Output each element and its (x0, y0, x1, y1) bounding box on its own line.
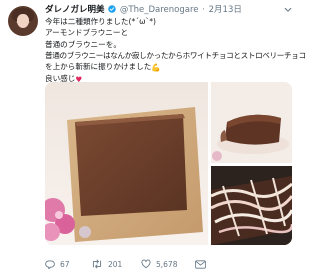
photo-loaf-cake-art (211, 82, 292, 163)
tweet-text-line: 普通のブラウニーはなんか寂しかったからホワイトチョコとストロベリーチョコ (45, 50, 306, 60)
like-count: 5,678 (156, 259, 178, 269)
tweet-text-line: アーモンドブラウニーと (45, 28, 129, 38)
like-button[interactable]: 5,678 (141, 257, 177, 271)
photo-drizzled-brownie-art (211, 166, 292, 245)
tweet-text-line: を上から斬新に振りかけました💪 (45, 61, 291, 73)
retweet-count: 201 (108, 259, 123, 269)
reply-button[interactable]: 67 (45, 257, 70, 271)
envelope-icon (195, 259, 206, 269)
reply-icon (45, 260, 55, 269)
media-grid (45, 82, 292, 245)
tweet-actions: 67 201 5,678 (45, 257, 295, 271)
separator-dot: · (202, 5, 205, 15)
avatar-face (17, 14, 29, 28)
chevron-down-icon[interactable] (284, 6, 292, 14)
retweet-button[interactable]: 201 (91, 257, 122, 271)
author-handle[interactable]: @The_Darenogare (120, 5, 199, 15)
reply-count: 67 (60, 259, 70, 269)
photo-brownie-art (45, 82, 208, 245)
direct-message-button[interactable] (195, 257, 211, 271)
photo-loaf-cake[interactable] (211, 82, 292, 163)
author-name[interactable]: ダレノガレ明美 (45, 5, 105, 15)
tweet-date[interactable]: 2月13日 (209, 5, 242, 15)
tweet-text-line-content: を上から斬新に振りかけました (45, 62, 152, 72)
tweet[interactable]: ダレノガレ明美 @The_Darenogare · 2月13日 今年は二種類作り… (0, 0, 306, 276)
verified-badge-icon (108, 5, 116, 13)
tweet-text-line: 今年は二種類作りました(*´ω`*) (45, 17, 157, 26)
tweet-text-line: 普通のブラウニーを。 (45, 39, 121, 49)
heart-icon (141, 259, 151, 269)
retweet-icon (92, 259, 102, 269)
muscle-emoji-icon: 💪 (151, 63, 161, 73)
avatar[interactable] (8, 6, 38, 36)
tweet-text: 今年は二種類作りました(*´ω`*) アーモンドブラウニーと 普通のブラウニーを… (45, 16, 306, 86)
photo-drizzled-brownie[interactable] (211, 166, 292, 245)
photo-brownie[interactable] (45, 82, 208, 245)
